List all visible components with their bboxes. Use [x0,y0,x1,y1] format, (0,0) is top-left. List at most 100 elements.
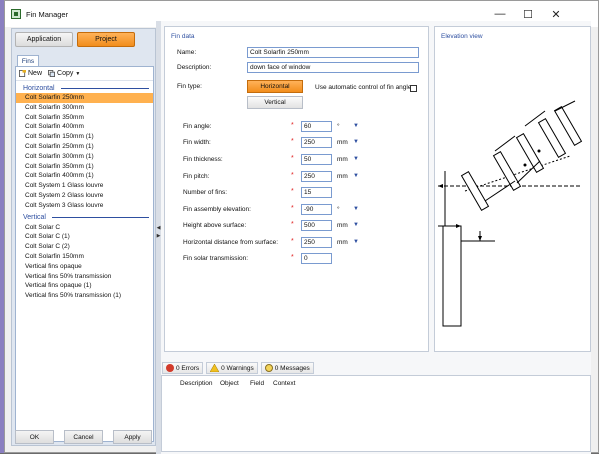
list-item[interactable]: Colt System 3 Glass louvre [16,201,153,211]
vertical-button[interactable]: Vertical [247,96,303,109]
field-unit: mm [337,156,348,163]
required-marker: * [291,205,294,212]
field-input[interactable]: 250 [301,237,332,248]
group-header[interactable]: Vertical [16,213,153,223]
required-marker: * [291,254,294,261]
chevron-down-icon[interactable]: ▼ [353,222,361,230]
new-icon [19,70,26,77]
column-context[interactable]: Context [273,380,295,387]
list-item[interactable]: Colt Solar C (1) [16,232,153,242]
chevron-down-icon[interactable]: ▼ [353,173,361,181]
field-unit: mm [337,139,348,146]
tab-project[interactable]: Project [77,32,135,47]
list-item[interactable]: Colt Solarfin 150mm [16,252,153,262]
horizontal-button[interactable]: Horizontal [247,80,303,93]
auto-control-checkbox[interactable] [410,85,417,92]
chevron-down-icon[interactable]: ▼ [353,156,361,164]
field-input[interactable]: 500 [301,220,332,231]
fin-library-pane: Application Project Fins New Copy ▼ Hori… [11,28,156,446]
field-label: Number of fins: [183,189,228,196]
column-object[interactable]: Object [220,380,239,387]
list-item[interactable]: Vertical fins opaque (1) [16,281,153,291]
messages-button[interactable]: 0 Messages [260,362,314,374]
tab-fins[interactable]: Fins [17,55,39,66]
required-marker: * [291,221,294,228]
field-input[interactable]: 0 [301,253,332,264]
elevation-view-title: Elevation view [441,33,483,40]
list-item[interactable]: Vertical fins 50% transmission (1) [16,291,153,301]
field-input[interactable]: 60 [301,121,332,132]
list-item[interactable]: Colt Solar C (2) [16,242,153,252]
list-item[interactable]: Vertical fins opaque [16,262,153,272]
field-label: Fin angle: [183,123,212,130]
new-label: New [28,70,43,77]
maximize-icon: ☐ [523,8,533,21]
group-title: Horizontal [23,84,55,92]
list-item[interactable]: Colt Solarfin 250mm (1) [16,142,153,152]
field-label: Fin assembly elevation: [183,206,251,213]
list-item[interactable]: Colt Solarfin 350mm (1) [16,162,153,172]
name-field[interactable]: Colt Solarfin 250mm [247,47,419,58]
new-button[interactable]: New [19,70,42,77]
tab-application[interactable]: Application [15,32,73,47]
group-divider [51,217,149,219]
list-item[interactable]: Colt System 1 Glass louvre [16,181,153,191]
dialog-footer: OK Cancel Apply [12,427,155,445]
ok-button[interactable]: OK [15,430,54,444]
list-item[interactable]: Colt System 2 Glass louvre [16,191,153,201]
group-title: Vertical [23,214,46,222]
messages-label: 0 Messages [274,364,310,372]
list-item[interactable]: Colt Solarfin 150mm (1) [16,132,153,142]
copy-label: Copy [57,70,74,77]
field-input[interactable]: 250 [301,137,332,148]
chevron-down-icon[interactable]: ▼ [353,139,361,147]
cancel-button[interactable]: Cancel [64,430,103,444]
required-marker: * [291,122,294,129]
list-item[interactable]: Vertical fins 50% transmission [16,272,153,282]
apply-button[interactable]: Apply [113,430,152,444]
fin-list: New Copy ▼ Horizontal Colt Solarfin 250mm… [15,66,154,442]
elevation-drawing [438,100,583,327]
fin-data-title: Fin data [171,33,195,40]
error-icon [166,364,174,372]
list-item[interactable]: Colt Solarfin 250mm [16,93,153,103]
list-item[interactable]: Colt Solarfin 350mm [16,113,153,123]
field-input[interactable]: -90 [301,204,332,215]
list-item[interactable]: Colt Solarfin 300mm (1) [16,152,153,162]
field-label: Fin pitch: [183,173,210,180]
field-input[interactable]: 50 [301,154,332,165]
elevation-view-panel: Elevation view [434,26,591,352]
copy-button[interactable]: Copy ▼ [48,70,80,77]
messages-grid: Description Object Field Context [161,375,591,452]
warning-icon [210,364,220,372]
errors-button[interactable]: 0 Errors [162,362,204,374]
list-item[interactable]: Colt Solar C [16,223,153,233]
field-input[interactable]: 250 [301,171,332,182]
field-label: Fin solar transmission: [183,255,249,262]
group-header[interactable]: Horizontal [16,83,153,93]
list-item[interactable]: Colt Solarfin 400mm [16,122,153,132]
field-label: Fin thickness: [183,156,223,163]
list-item[interactable]: Colt Solarfin 400mm (1) [16,171,153,181]
fin-groups: Horizontal Colt Solarfin 250mm Colt Solarf… [16,83,153,301]
app-icon [11,9,21,19]
warnings-label: 0 Warnings [221,364,254,372]
warnings-button[interactable]: 0 Warnings [206,362,258,374]
chevron-down-icon[interactable]: ▼ [353,239,361,247]
chevron-down-icon[interactable]: ▼ [353,123,361,131]
window-title: Fin Manager [26,9,69,19]
required-marker: * [291,138,294,145]
field-unit: ° [337,206,340,213]
fin-data-panel: Fin data Name: Colt Solarfin 250mm Descr… [164,26,429,352]
group-divider [60,87,149,89]
column-description[interactable]: Description [180,380,213,387]
chevron-down-icon[interactable]: ▼ [353,206,361,214]
field-unit: ° [337,123,340,130]
column-field[interactable]: Field [250,380,264,387]
description-field[interactable]: down face of window [247,62,419,73]
errors-label: 0 Errors [176,364,200,372]
minimize-icon: — [494,8,506,20]
list-item[interactable]: Colt Solarfin 300mm [16,103,153,113]
field-input[interactable]: 15 [301,187,332,198]
fin-details-pane: Fin data Name: Colt Solarfin 250mm Descr… [161,21,591,454]
